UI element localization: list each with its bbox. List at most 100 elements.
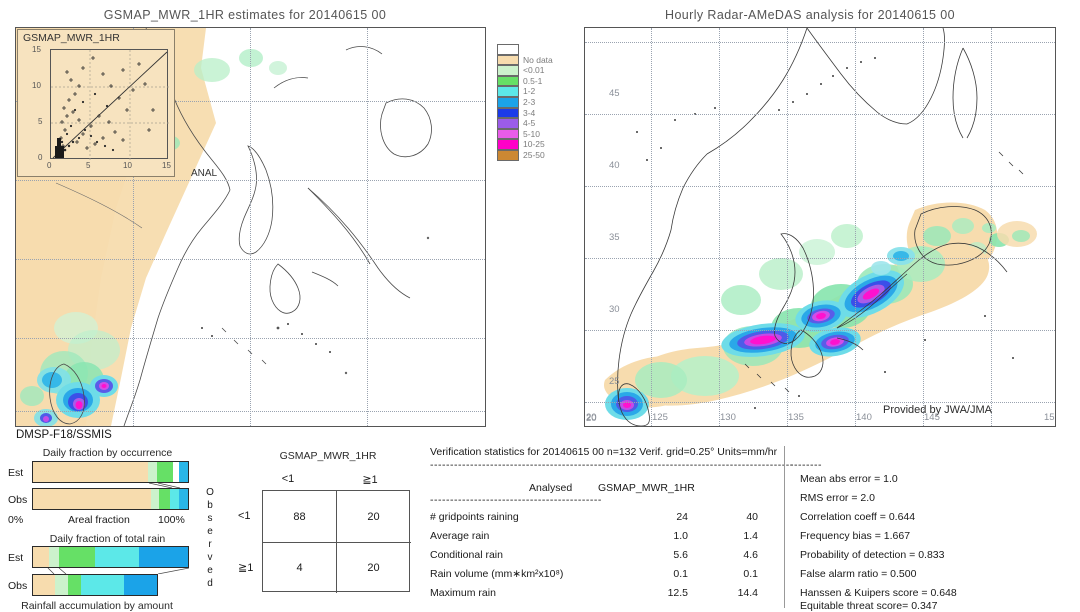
colorbar-entry: 3-4 [497, 107, 553, 119]
bar-segment [48, 547, 60, 567]
stat-row-analysed: 0.1 [673, 568, 688, 580]
colorbar-label: 5-10 [523, 128, 541, 139]
colorbar-swatch [497, 96, 519, 108]
left-map-panel[interactable]: GSMAP_MWR_1HR 15 10 5 0 0 5 10 15 ANAL [15, 27, 486, 427]
inset-ytick-15: 15 [32, 45, 41, 54]
colorbar-swatch [497, 44, 519, 55]
contingency-col-header-gte1: ≧1 [362, 474, 378, 486]
contingency-cell-false-alarm: 20 [367, 510, 380, 523]
axis-100pct: 100% [158, 514, 185, 526]
inset-xtick-5: 5 [86, 161, 91, 170]
stat-row-estimate: 0.1 [743, 568, 758, 580]
right-map-lat-25: 25 [609, 376, 620, 387]
page-root: GSMAP_MWR_1HR estimates for 20140615 00 … [0, 0, 1080, 612]
right-map-lat-40: 40 [609, 160, 620, 171]
observed-letter: O [206, 487, 214, 498]
right-map-panel[interactable]: 45 40 35 30 25 20 Provided by JWA/JMA [584, 27, 1056, 427]
right-map-gridline-h [585, 186, 1055, 187]
right-map-lon-120: 20 [586, 412, 597, 423]
right-map-lon-135: 135 [788, 412, 804, 423]
stat-row-estimate: 14.4 [737, 587, 758, 599]
observed-letter: d [207, 578, 213, 589]
rainfall-accumulation-caption: Rainfall accumulation by amount [21, 600, 173, 612]
right-map-lon-130: 130 [720, 412, 736, 423]
occurrence-connectors [148, 483, 181, 488]
right-map-lat-35: 35 [609, 232, 620, 243]
scatter-inset[interactable]: GSMAP_MWR_1HR 15 10 5 0 0 5 10 15 [17, 29, 175, 177]
anal-label: ANAL [191, 168, 218, 179]
left-panel-title: GSMAP_MWR_1HR estimates for 20140615 00 [103, 8, 387, 22]
right-map-lon-125: 125 [652, 412, 668, 423]
score-frequency-bias: Frequency bias = 1.667 [800, 530, 911, 542]
right-panel-title: Hourly Radar-AMeDAS analysis for 2014061… [665, 8, 955, 22]
colorbar-label: No data [523, 54, 553, 65]
observed-axis-label: O b s e r v e d [203, 486, 217, 590]
colorbar-label: 0.5-1 [523, 75, 543, 86]
axis-0pct: 0% [8, 514, 24, 526]
contingency-table[interactable]: 88 20 4 20 [262, 490, 411, 593]
inset-axes [50, 49, 169, 160]
contingency-title: GSMAP_MWR_1HR [279, 450, 377, 462]
colorbar-entry: 2-3 [497, 96, 553, 108]
left-map-gridline-v [250, 28, 251, 426]
colorbar-entry: 4-5 [497, 118, 553, 129]
stat-row-label: Average rain [430, 530, 490, 542]
stat-row-estimate: 1.4 [743, 530, 758, 542]
colorbar-entry: 25-50 [497, 149, 553, 161]
colorbar-swatch [497, 86, 519, 97]
scores-divider: -------- [790, 459, 822, 471]
right-map-gridline-v [855, 28, 856, 426]
score-false-alarm-ratio: False alarm ratio = 0.500 [800, 568, 917, 580]
inset-xtick-15: 15 [162, 161, 171, 170]
contingency-cell-hit-none: 88 [293, 510, 306, 523]
total-rain-obs-bar [32, 574, 158, 596]
occurrence-obs-label: Obs [8, 494, 28, 506]
occurrence-est-bar [32, 461, 189, 483]
bar-segment [59, 547, 95, 567]
left-map-gridline-h [16, 411, 485, 412]
bar-segment [156, 462, 174, 482]
colorbar-swatch [497, 118, 519, 129]
bar-segment [170, 489, 180, 509]
right-map-lon-145: 145 [924, 412, 940, 423]
inset-ytick-10: 10 [32, 81, 41, 90]
bar-segment [139, 547, 188, 567]
colorbar-swatch [497, 139, 519, 150]
colorbar-entry: 5-10 [497, 128, 553, 140]
stat-row-analysed: 24 [676, 511, 688, 523]
right-map-gridline-h [585, 258, 1055, 259]
stat-row-analysed: 12.5 [667, 587, 688, 599]
colorbar-swatch [497, 149, 519, 161]
colorbar-swatch [497, 107, 519, 119]
colorbar-label: <0.01 [523, 65, 545, 76]
right-map-coastline [617, 28, 1024, 426]
contingency-row-header-lt1: <1 [238, 510, 251, 522]
contingency-col-header-lt1: <1 [281, 473, 295, 485]
inset-ytick-5: 5 [38, 117, 43, 126]
bar-segment [33, 547, 49, 567]
contingency-cell-hit: 20 [367, 562, 380, 574]
contingency-row-header-gte1: ≧1 [238, 562, 254, 574]
total-rain-est-label: Est [8, 552, 24, 564]
inset-title: GSMAP_MWR_1HR [23, 32, 120, 44]
colorbar-entry: 0.5-1 [497, 75, 553, 87]
observed-letter: e [207, 565, 213, 576]
inset-ytick-0: 0 [38, 153, 43, 162]
sensor-label: DMSP-F18/SSMIS [16, 429, 112, 441]
score-rms-error: RMS error = 2.0 [800, 492, 875, 504]
right-map-gridline-v [719, 28, 720, 426]
right-map-gridline-v [651, 28, 652, 426]
verification-divider-top: ----------------------------------------… [430, 459, 794, 471]
score-equitable-threat: Equitable threat score= 0.347 [800, 600, 938, 612]
bar-segment [159, 489, 171, 509]
occurrence-title: Daily fraction by occurrence [42, 447, 173, 459]
bar-segment [148, 462, 157, 482]
occurrence-est-label: Est [8, 467, 24, 479]
stat-row-analysed: 1.0 [673, 530, 688, 542]
occurrence-obs-bar [32, 488, 189, 510]
colorbar-swatch [497, 75, 519, 87]
score-correlation-coeff: Correlation coeff = 0.644 [800, 511, 916, 523]
colorbar-entry: 1-2 [497, 86, 553, 97]
colorbar-entry [497, 44, 553, 55]
axis-areal-fraction: Areal fraction [68, 514, 130, 526]
